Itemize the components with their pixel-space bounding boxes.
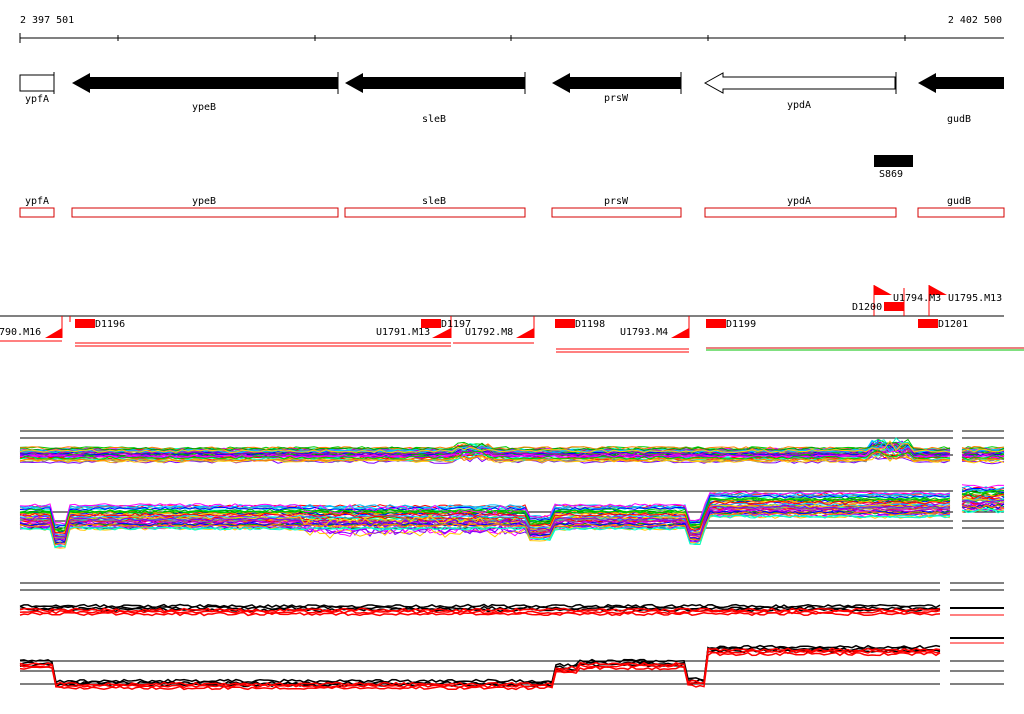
utr-label: U1793.M4 — [620, 327, 668, 338]
gene-sleB[interactable]: sleB — [345, 72, 526, 125]
transcript-track: 790.M16 D1196 U1791.M13 D1197 U1792.M8 D… — [0, 285, 1024, 353]
utr-label: D1198 — [575, 319, 605, 330]
svg-text:ypdA: ypdA — [787, 196, 811, 207]
gene-ypdA[interactable]: ypdA — [703, 72, 897, 111]
coordinate-ruler: 2 397 501 2 402 500 — [19, 15, 1004, 43]
end-coordinate: 2 402 500 — [948, 15, 1002, 26]
expression-profile-track-summary — [19, 582, 1004, 691]
start-coordinate: 2 397 501 — [20, 15, 74, 26]
feature-label: S869 — [879, 169, 903, 180]
gene-label: ypdA — [787, 100, 811, 111]
gene-gudB[interactable]: gudB — [918, 73, 1004, 125]
utr-label: U1791.M13 — [376, 327, 430, 338]
gene-outline-track: ypfA ypeB sleB prsW ypdA gudB — [19, 196, 1005, 218]
utr-label: D1196 — [95, 319, 125, 330]
marker-block[interactable] — [918, 319, 938, 328]
svg-text:sleB: sleB — [422, 196, 446, 207]
marker-triangle[interactable] — [671, 328, 689, 338]
svg-text:gudB: gudB — [947, 196, 971, 207]
gene-box-sleB[interactable]: sleB — [344, 196, 526, 218]
marker-triangle[interactable] — [516, 328, 534, 338]
marker-block[interactable] — [75, 319, 95, 328]
utr-label: D1201 — [938, 319, 968, 330]
utr-label: U1792.M8 — [465, 327, 513, 338]
utr-label: D1199 — [726, 319, 756, 330]
gene-prsW[interactable]: prsW — [552, 72, 682, 104]
svg-text:ypeB: ypeB — [192, 196, 216, 207]
marker-triangle[interactable] — [874, 285, 892, 295]
utr-label: U1795.M13 — [948, 293, 1002, 304]
gene-arrow-track: ypfA ypeB sleB prsW ypdA gudB — [19, 72, 1004, 125]
gene-label: sleB — [422, 114, 446, 125]
expression-profile-track-colored — [19, 430, 1005, 549]
gene-label: prsW — [604, 93, 629, 104]
gene-box-ypfA[interactable]: ypfA — [19, 196, 55, 218]
gene-ypeB[interactable]: ypeB — [72, 72, 339, 113]
marker-block[interactable] — [555, 319, 575, 328]
gene-label: gudB — [947, 114, 971, 125]
gene-label: ypfA — [25, 94, 49, 105]
utr-label: 790.M16 — [0, 327, 41, 338]
svg-text:ypfA: ypfA — [25, 196, 49, 207]
marker-block[interactable] — [706, 319, 726, 328]
summary-line — [19, 646, 941, 686]
gene-box-ypeB[interactable]: ypeB — [71, 196, 339, 218]
genome-browser-view: 2 397 501 2 402 500 ypfA ypeB sleB prsW … — [0, 15, 1024, 691]
summary-line — [19, 603, 941, 609]
gene-box-gudB[interactable]: gudB — [917, 196, 1005, 218]
gene-box-prsW[interactable]: prsW — [551, 196, 682, 218]
gene-ypfA[interactable]: ypfA — [19, 72, 55, 105]
gene-box-ypdA[interactable]: ypdA — [704, 196, 897, 218]
marker-triangle[interactable] — [45, 328, 62, 338]
gene-label: ypeB — [192, 102, 216, 113]
utr-label: D1200 — [852, 302, 882, 313]
summary-line — [19, 611, 941, 617]
svg-text:prsW: prsW — [604, 196, 629, 207]
feature-S869[interactable]: S869 — [874, 155, 913, 180]
utr-label: U1794.M3 — [893, 293, 941, 304]
